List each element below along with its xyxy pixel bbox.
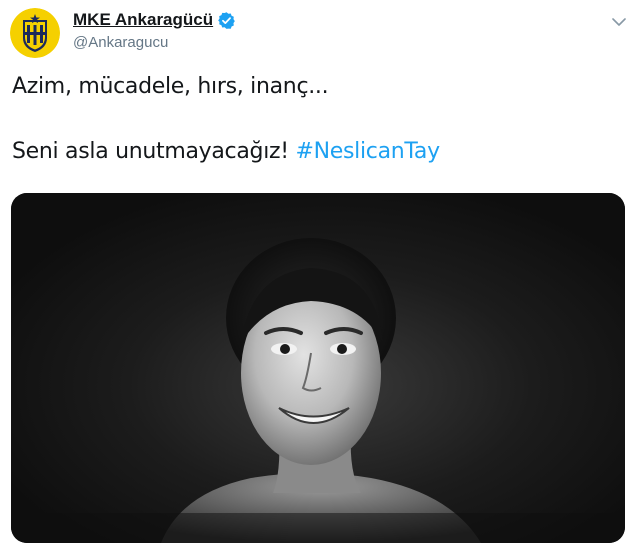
user-handle[interactable]: @Ankaragucu [73, 34, 236, 51]
verified-badge-icon [217, 11, 236, 30]
name-row: MKE Ankaragücü [73, 9, 236, 31]
user-info: MKE Ankaragücü @Ankaragucu [73, 9, 236, 51]
chevron-down-icon[interactable] [612, 14, 626, 26]
tweet-line-2: Seni asla unutmayacağız! #NeslicanTay [12, 137, 440, 167]
tweet-line-1: Azim, mücadele, hırs, inanç... [12, 74, 329, 99]
display-name[interactable]: MKE Ankaragücü [73, 10, 213, 30]
club-crest-icon[interactable] [10, 8, 60, 58]
hashtag-link[interactable]: #NeslicanTay [295, 139, 440, 164]
tweet-line-2-text: Seni asla unutmayacağız! [12, 139, 296, 164]
tweet-photo[interactable] [11, 193, 625, 543]
tweet-text: Azim, mücadele, hırs, inanç... Seni asla… [12, 72, 440, 167]
tweet-card: MKE Ankaragücü @Ankaragucu Azim, mücadel… [0, 0, 640, 560]
